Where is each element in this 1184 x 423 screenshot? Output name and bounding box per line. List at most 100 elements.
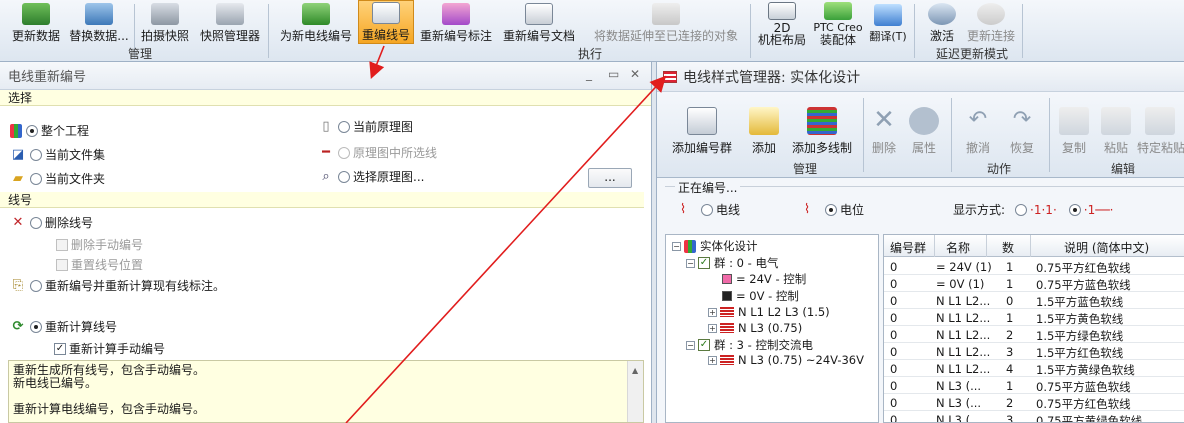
option-wire[interactable]: ⌇ 电线 — [675, 201, 740, 218]
table-row[interactable]: 0 N L3 (... 1 0.75平方蓝色软线 — [884, 377, 1184, 394]
table-row[interactable]: 0 N L3 (... 2 0.75平方红色软线 — [884, 394, 1184, 411]
renumber-wires-button[interactable]: 重编线号 — [358, 0, 414, 44]
table-row[interactable]: 0 N L1 L2... 0 1.5平方蓝色软线 — [884, 292, 1184, 309]
scroll-up-icon[interactable]: ▲ — [632, 364, 638, 377]
paste-button[interactable]: 粘贴 — [1099, 98, 1133, 156]
radio-current-file-set[interactable] — [30, 148, 42, 161]
add-multiwire-button[interactable]: 添加多线制 — [787, 98, 857, 156]
properties-button[interactable]: 属性 — [909, 98, 939, 156]
col-header-count[interactable]: 数 — [1002, 239, 1014, 256]
table-row[interactable]: 0 N L1 L2... 4 1.5平方黄绿色软线 — [884, 360, 1184, 377]
radio-wire[interactable] — [701, 203, 713, 216]
table-row[interactable]: 0 = 24V (1) 1 0.75平方红色软线 — [884, 258, 1184, 275]
browse-button[interactable]: ... — [588, 168, 632, 188]
copy-button[interactable]: 复制 — [1057, 98, 1091, 156]
option-current-folder[interactable]: ▰ 当前文件夹 — [10, 170, 105, 187]
tree-group-control-ac[interactable]: − ✓ 群 : 3 - 控制交流电 — [686, 337, 813, 353]
collapse-icon[interactable]: − — [686, 258, 695, 268]
renumber-documents-button[interactable]: 重新编号文档 — [498, 0, 580, 44]
radio-select-schematic[interactable] — [338, 170, 350, 183]
radio-recalc-numbers[interactable] — [30, 320, 42, 333]
redo-button[interactable]: ↷ 恢复 — [1005, 98, 1039, 156]
collapse-icon[interactable]: − — [672, 241, 681, 251]
radio-potential[interactable] — [825, 203, 837, 216]
expand-icon[interactable]: + — [708, 323, 717, 333]
close-icon[interactable]: ✕ — [630, 67, 640, 81]
tree-multi-nl3[interactable]: + N L3 (0.75) — [708, 321, 802, 335]
replace-data-button[interactable]: 替换数据... — [66, 0, 132, 44]
wire-style-tree[interactable]: − 实体化设计 − ✓ 群 : 0 - 电气 = 24V - 控制 = 0V -… — [665, 234, 879, 423]
magnifier-icon: ⌕ — [322, 169, 330, 184]
update-data-button[interactable]: 更新数据 — [8, 0, 64, 44]
minimize-icon[interactable]: _ — [586, 67, 592, 81]
radio-display-mode-1[interactable] — [1015, 203, 1028, 216]
option-selected-wires[interactable]: ━ 原理图中所选线 — [318, 144, 437, 161]
radio-renumber-recalc[interactable] — [30, 279, 42, 292]
table-row[interactable]: 0 N L3 (... 3 0.75平方黄绿色软线 — [884, 411, 1184, 422]
recalc-arrows-icon: ⟳ — [12, 319, 24, 334]
checkbox-recalc-manual[interactable]: ✓ 重新计算手动编号 — [54, 340, 165, 357]
color-swatch — [722, 291, 732, 301]
option-recalc-numbers[interactable]: ⟳ 重新计算线号 — [10, 318, 117, 335]
table-cell: 1 — [1006, 260, 1014, 274]
tree-multi-nl1l2l3[interactable]: + N L1 L2 L3 (1.5) — [708, 305, 830, 319]
wire-style-manager-panel: 电线样式管理器: 实体化设计 添加编号群 添加 添加多线制 ✕ 删除 属性 管理… — [656, 62, 1184, 423]
table-row[interactable]: 0 N L1 L2... 2 1.5平方绿色软线 — [884, 326, 1184, 343]
add-button[interactable]: 添加 — [747, 98, 781, 156]
tree-style-24v[interactable]: = 24V - 控制 — [722, 271, 806, 287]
activate-button[interactable]: 激活 — [922, 0, 962, 44]
radio-selected-wires[interactable] — [338, 146, 350, 159]
undo-button[interactable]: ↶ 撤消 — [961, 98, 995, 156]
wire-style-grid[interactable]: 编号群 名称 数 说明 (简体中文) 0 = 24V (1) 1 0.75平方红色软线… — [883, 234, 1184, 423]
tree-group-electrical[interactable]: − ✓ 群 : 0 - 电气 — [686, 255, 778, 271]
tree-style-0v[interactable]: = 0V - 控制 — [722, 288, 799, 304]
checkbox-delete-manual[interactable]: 删除手动编号 — [56, 236, 143, 253]
cabinet-layout-button[interactable]: 2D 机柜布局 — [754, 0, 810, 46]
checkbox-recalc-manual-box[interactable]: ✓ — [54, 342, 66, 355]
table-cell: 0.75平方蓝色软线 — [1036, 278, 1131, 292]
expand-icon[interactable]: + — [708, 355, 717, 365]
tree-multi-nl3-ac[interactable]: + N L3 (0.75) ~24V-36V — [708, 353, 864, 367]
snapshot-manager-button[interactable]: 快照管理器 — [196, 0, 264, 44]
translate-button[interactable]: 翻译(T) — [866, 0, 910, 44]
extend-data-button[interactable]: 将数据延伸至已连接的对象 — [586, 0, 746, 44]
option-potential[interactable]: ⌇ 电位 — [799, 201, 864, 218]
checkbox-reset-position-box[interactable] — [56, 258, 68, 271]
tree-root[interactable]: − 实体化设计 — [672, 238, 758, 254]
restore-icon[interactable]: ▭ — [608, 67, 619, 81]
option-delete-numbers[interactable]: ✕ 删除线号 — [10, 214, 93, 231]
paste-special-button[interactable]: 特定粘贴 — [1137, 98, 1184, 156]
take-snapshot-button[interactable]: 拍摄快照 — [138, 0, 192, 44]
renumber-labels-button[interactable]: 重新编号标注 — [416, 0, 496, 44]
option-current-file-set[interactable]: ◪ 当前文件集 — [10, 146, 105, 163]
radio-current-schematic[interactable] — [338, 120, 350, 133]
option-select-schematic[interactable]: ⌕ 选择原理图... — [318, 168, 424, 185]
ptc-creo-assembly-button[interactable]: PTC Creo 装配体 — [812, 0, 864, 46]
undo-icon: ↶ — [968, 107, 988, 132]
delete-button[interactable]: ✕ 删除 — [869, 98, 899, 156]
collapse-icon[interactable]: − — [686, 340, 695, 350]
checkbox-reset-position[interactable]: 重置线号位置 — [56, 256, 143, 273]
col-header-group[interactable]: 编号群 — [890, 239, 926, 256]
radio-current-folder[interactable] — [30, 172, 42, 185]
group-checkbox[interactable]: ✓ — [698, 257, 710, 269]
expand-icon[interactable]: + — [708, 307, 717, 317]
radio-whole-project[interactable] — [26, 124, 38, 137]
radio-display-mode-2[interactable] — [1068, 203, 1081, 216]
option-current-schematic[interactable]: ▯ 当前原理图 — [318, 118, 413, 135]
group-checkbox[interactable]: ✓ — [698, 339, 710, 351]
option-renumber-recalc[interactable]: ⎘ 重新编号并重新计算现有线标注。 — [10, 277, 225, 294]
table-row[interactable]: 0 N L1 L2... 1 1.5平方黄色软线 — [884, 309, 1184, 326]
info-scrollbar[interactable]: ▲ — [627, 361, 643, 422]
update-connections-button[interactable]: 更新连接 — [962, 0, 1020, 44]
col-header-description[interactable]: 说明 (简体中文) — [1064, 239, 1149, 256]
table-row[interactable]: 0 N L1 L2... 3 1.5平方红色软线 — [884, 343, 1184, 360]
checkbox-delete-manual-box[interactable] — [56, 238, 68, 251]
number-new-wires-button[interactable]: 为新电线编号 — [276, 0, 356, 44]
option-whole-project[interactable]: 整个工程 — [10, 122, 89, 139]
col-header-name[interactable]: 名称 — [946, 239, 970, 256]
add-number-group-button[interactable]: 添加编号群 — [667, 98, 737, 156]
radio-delete-numbers[interactable] — [30, 216, 42, 229]
section-number: 线号 — [0, 192, 644, 208]
table-row[interactable]: 0 = 0V (1) 1 0.75平方蓝色软线 — [884, 275, 1184, 292]
